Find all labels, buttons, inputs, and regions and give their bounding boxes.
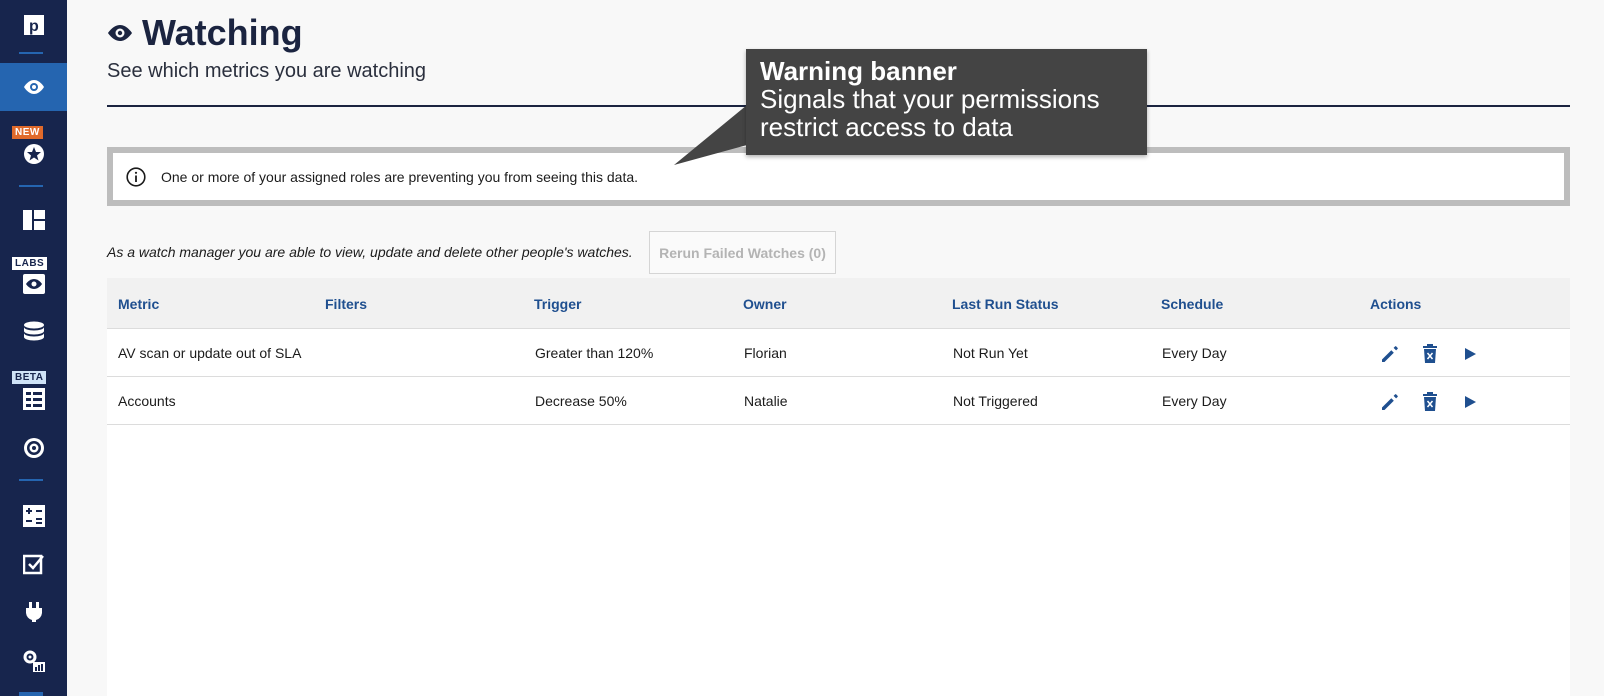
edit-button[interactable] [1379, 343, 1401, 365]
dashboard-icon [22, 210, 45, 230]
column-header-last-run-status[interactable]: Last Run Status [952, 296, 1059, 312]
info-icon [126, 166, 146, 187]
nav-labs[interactable] [0, 272, 67, 296]
table-row: Accounts Decrease 50% Natalie Not Trigge… [107, 377, 1570, 425]
warning-banner-text: One or more of your assigned roles are p… [161, 168, 639, 185]
checklist-icon [22, 388, 45, 410]
nav-tasks[interactable] [0, 550, 67, 578]
nav-data-sources[interactable] [0, 319, 67, 347]
callout-pointer [674, 105, 747, 165]
page-title: Watching [142, 12, 303, 53]
delete-button[interactable] [1419, 391, 1441, 413]
task-icon [22, 554, 44, 575]
eye-icon [23, 80, 44, 94]
cell-last-run-status: Not Run Yet [953, 345, 1028, 361]
run-button[interactable] [1459, 343, 1481, 365]
column-header-actions: Actions [1370, 296, 1422, 312]
labs-eye-icon [22, 274, 45, 294]
table-row: AV scan or update out of SLA Greater tha… [107, 329, 1570, 377]
nav-goals[interactable] [0, 434, 67, 462]
pencil-icon [1382, 394, 1398, 410]
nav-settings[interactable] [0, 647, 67, 675]
column-header-metric[interactable]: Metric [118, 296, 159, 312]
database-icon [23, 321, 44, 341]
calculator-icon [22, 505, 45, 527]
cell-owner: Florian [744, 345, 787, 361]
eye-icon [108, 25, 132, 41]
pencil-icon [1382, 346, 1398, 362]
watches-table: Metric Filters Trigger Owner Last Run St… [107, 278, 1570, 696]
trash-icon [1423, 392, 1437, 411]
cell-schedule: Every Day [1162, 393, 1227, 409]
nav-calculations[interactable] [0, 502, 67, 530]
annotation-callout: Warning banner Signals that your permiss… [746, 49, 1147, 155]
warning-banner: One or more of your assigned roles are p… [107, 147, 1570, 206]
play-icon [1465, 348, 1476, 360]
cell-trigger: Greater than 120% [535, 345, 654, 361]
labs-badge: LABS [12, 257, 48, 270]
manager-note: As a watch manager you are able to view,… [107, 244, 633, 260]
column-header-filters[interactable]: Filters [325, 296, 367, 312]
callout-title: Warning banner [760, 56, 957, 86]
edit-button[interactable] [1379, 391, 1401, 413]
sidebar: p NEW LABS BETA [0, 0, 67, 696]
rerun-failed-watches-button[interactable]: Rerun Failed Watches (0) [649, 231, 836, 274]
new-badge: NEW [12, 126, 43, 139]
nav-new-feature[interactable] [0, 140, 67, 168]
column-header-trigger[interactable]: Trigger [534, 296, 581, 312]
app-logo[interactable]: p [0, 10, 67, 40]
cell-schedule: Every Day [1162, 345, 1227, 361]
plug-icon [25, 602, 42, 622]
logo-icon: p [23, 15, 44, 35]
column-header-owner[interactable]: Owner [743, 296, 787, 312]
cell-metric: Accounts [118, 393, 176, 409]
column-header-schedule[interactable]: Schedule [1161, 296, 1223, 312]
nav-beta[interactable] [0, 386, 67, 412]
nav-integrations[interactable] [0, 598, 67, 626]
cell-metric: AV scan or update out of SLA [118, 345, 302, 361]
settings-chart-icon [23, 650, 45, 672]
play-icon [1465, 396, 1476, 408]
run-button[interactable] [1459, 391, 1481, 413]
callout-body-line2: restrict access to data [760, 112, 1013, 142]
cell-last-run-status: Not Triggered [953, 393, 1038, 409]
callout-body-line1: Signals that your permissions [760, 84, 1100, 114]
trash-icon [1423, 344, 1437, 363]
beta-badge: BETA [12, 371, 47, 384]
table-header: Metric Filters Trigger Owner Last Run St… [107, 278, 1570, 329]
target-icon [23, 438, 44, 458]
nav-watching[interactable] [0, 63, 67, 111]
delete-button[interactable] [1419, 343, 1441, 365]
cell-owner: Natalie [744, 393, 788, 409]
page-subtitle: See which metrics you are watching [107, 60, 427, 82]
svg-text:p: p [29, 18, 39, 35]
page-header: Watching [107, 12, 303, 54]
star-icon [23, 144, 44, 164]
nav-dashboards[interactable] [0, 206, 67, 234]
cell-trigger: Decrease 50% [535, 393, 627, 409]
